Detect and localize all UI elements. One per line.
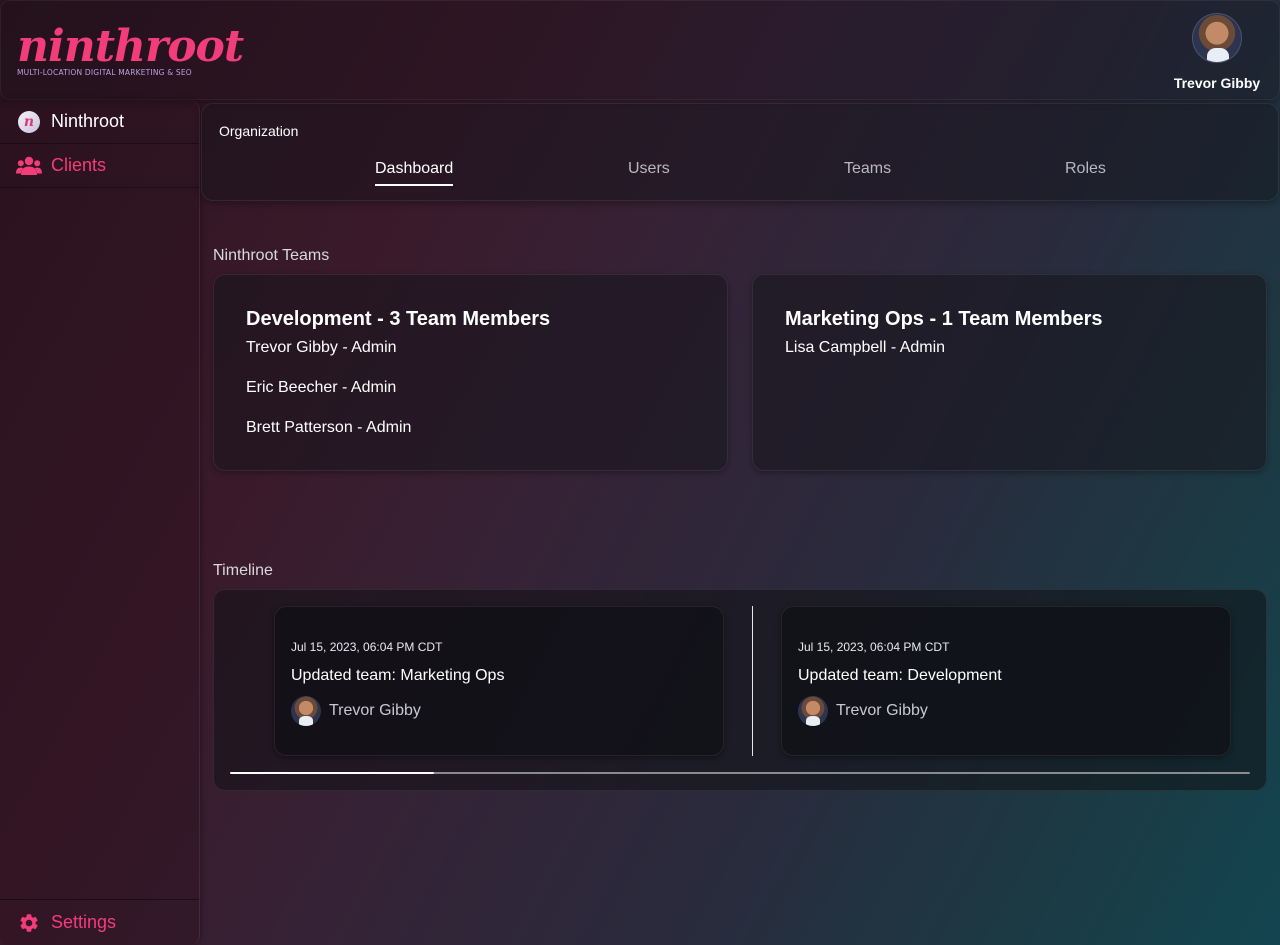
top-bar: ninthroot MULTI-LOCATION DIGITAL MARKETI… xyxy=(0,0,1280,100)
timeline-scrollbar[interactable] xyxy=(230,772,1250,774)
tab-dashboard[interactable]: Dashboard xyxy=(375,160,454,186)
timeline-panel: Jul 15, 2023, 06:04 PM CDT Updated team:… xyxy=(213,589,1267,791)
sidebar-item-label: Clients xyxy=(51,155,107,175)
n-logo-icon: n xyxy=(16,110,42,134)
sidebar-item-settings[interactable]: Settings xyxy=(0,899,199,945)
team-member: Brett Patterson - Admin xyxy=(246,419,412,436)
tab-teams[interactable]: Teams xyxy=(844,160,891,184)
event-timestamp: Jul 15, 2023, 06:04 PM CDT xyxy=(291,640,443,654)
sidebar-item-label: Ninthroot xyxy=(51,111,125,131)
logo-tagline: MULTI-LOCATION DIGITAL MARKETING & SEO xyxy=(17,68,192,77)
team-title: Development - 3 Team Members xyxy=(246,308,551,330)
event-user-name: Trevor Gibby xyxy=(836,702,928,719)
tab-users[interactable]: Users xyxy=(628,160,670,184)
timeline-scrollbar-thumb[interactable] xyxy=(230,772,434,774)
ninthroot-logo[interactable]: ninthroot MULTI-LOCATION DIGITAL MARKETI… xyxy=(17,21,244,81)
gear-icon xyxy=(16,911,42,935)
team-title: Marketing Ops - 1 Team Members xyxy=(785,308,1103,330)
page-title: Organization xyxy=(219,123,299,139)
team-card-marketing-ops[interactable]: Marketing Ops - 1 Team Members Lisa Camp… xyxy=(752,274,1267,471)
tab-roles[interactable]: Roles xyxy=(1065,160,1106,184)
team-card-development[interactable]: Development - 3 Team Members Trevor Gibb… xyxy=(213,274,728,471)
avatar xyxy=(798,696,828,726)
teams-section-title: Ninthroot Teams xyxy=(213,247,330,264)
event-user: Trevor Gibby xyxy=(798,696,928,726)
avatar xyxy=(291,696,321,726)
event-user: Trevor Gibby xyxy=(291,696,421,726)
team-member: Eric Beecher - Admin xyxy=(246,379,397,396)
organization-header: Organization Dashboard Users Teams Roles xyxy=(201,103,1279,201)
sidebar-item-clients[interactable]: Clients xyxy=(0,144,199,188)
user-profile[interactable]: Trevor Gibby xyxy=(1172,13,1262,91)
event-description: Updated team: Development xyxy=(798,667,1002,684)
timeline-divider xyxy=(752,606,753,756)
event-timestamp: Jul 15, 2023, 06:04 PM CDT xyxy=(798,640,950,654)
sidebar: n Ninthroot Clients Settings xyxy=(0,100,200,945)
users-icon xyxy=(16,154,42,178)
timeline-event[interactable]: Jul 15, 2023, 06:04 PM CDT Updated team:… xyxy=(274,606,724,756)
team-member: Trevor Gibby - Admin xyxy=(246,339,397,356)
event-description: Updated team: Marketing Ops xyxy=(291,667,505,684)
team-member: Lisa Campbell - Admin xyxy=(785,339,946,356)
sidebar-item-ninthroot[interactable]: n Ninthroot xyxy=(0,100,199,144)
sidebar-item-label: Settings xyxy=(51,912,117,932)
logo-wordmark: ninthroot xyxy=(17,21,244,72)
user-avatar[interactable] xyxy=(1192,13,1242,63)
event-user-name: Trevor Gibby xyxy=(329,702,421,719)
timeline-event[interactable]: Jul 15, 2023, 06:04 PM CDT Updated team:… xyxy=(781,606,1231,756)
timeline-section-title: Timeline xyxy=(213,562,273,579)
user-name: Trevor Gibby xyxy=(1173,75,1261,91)
